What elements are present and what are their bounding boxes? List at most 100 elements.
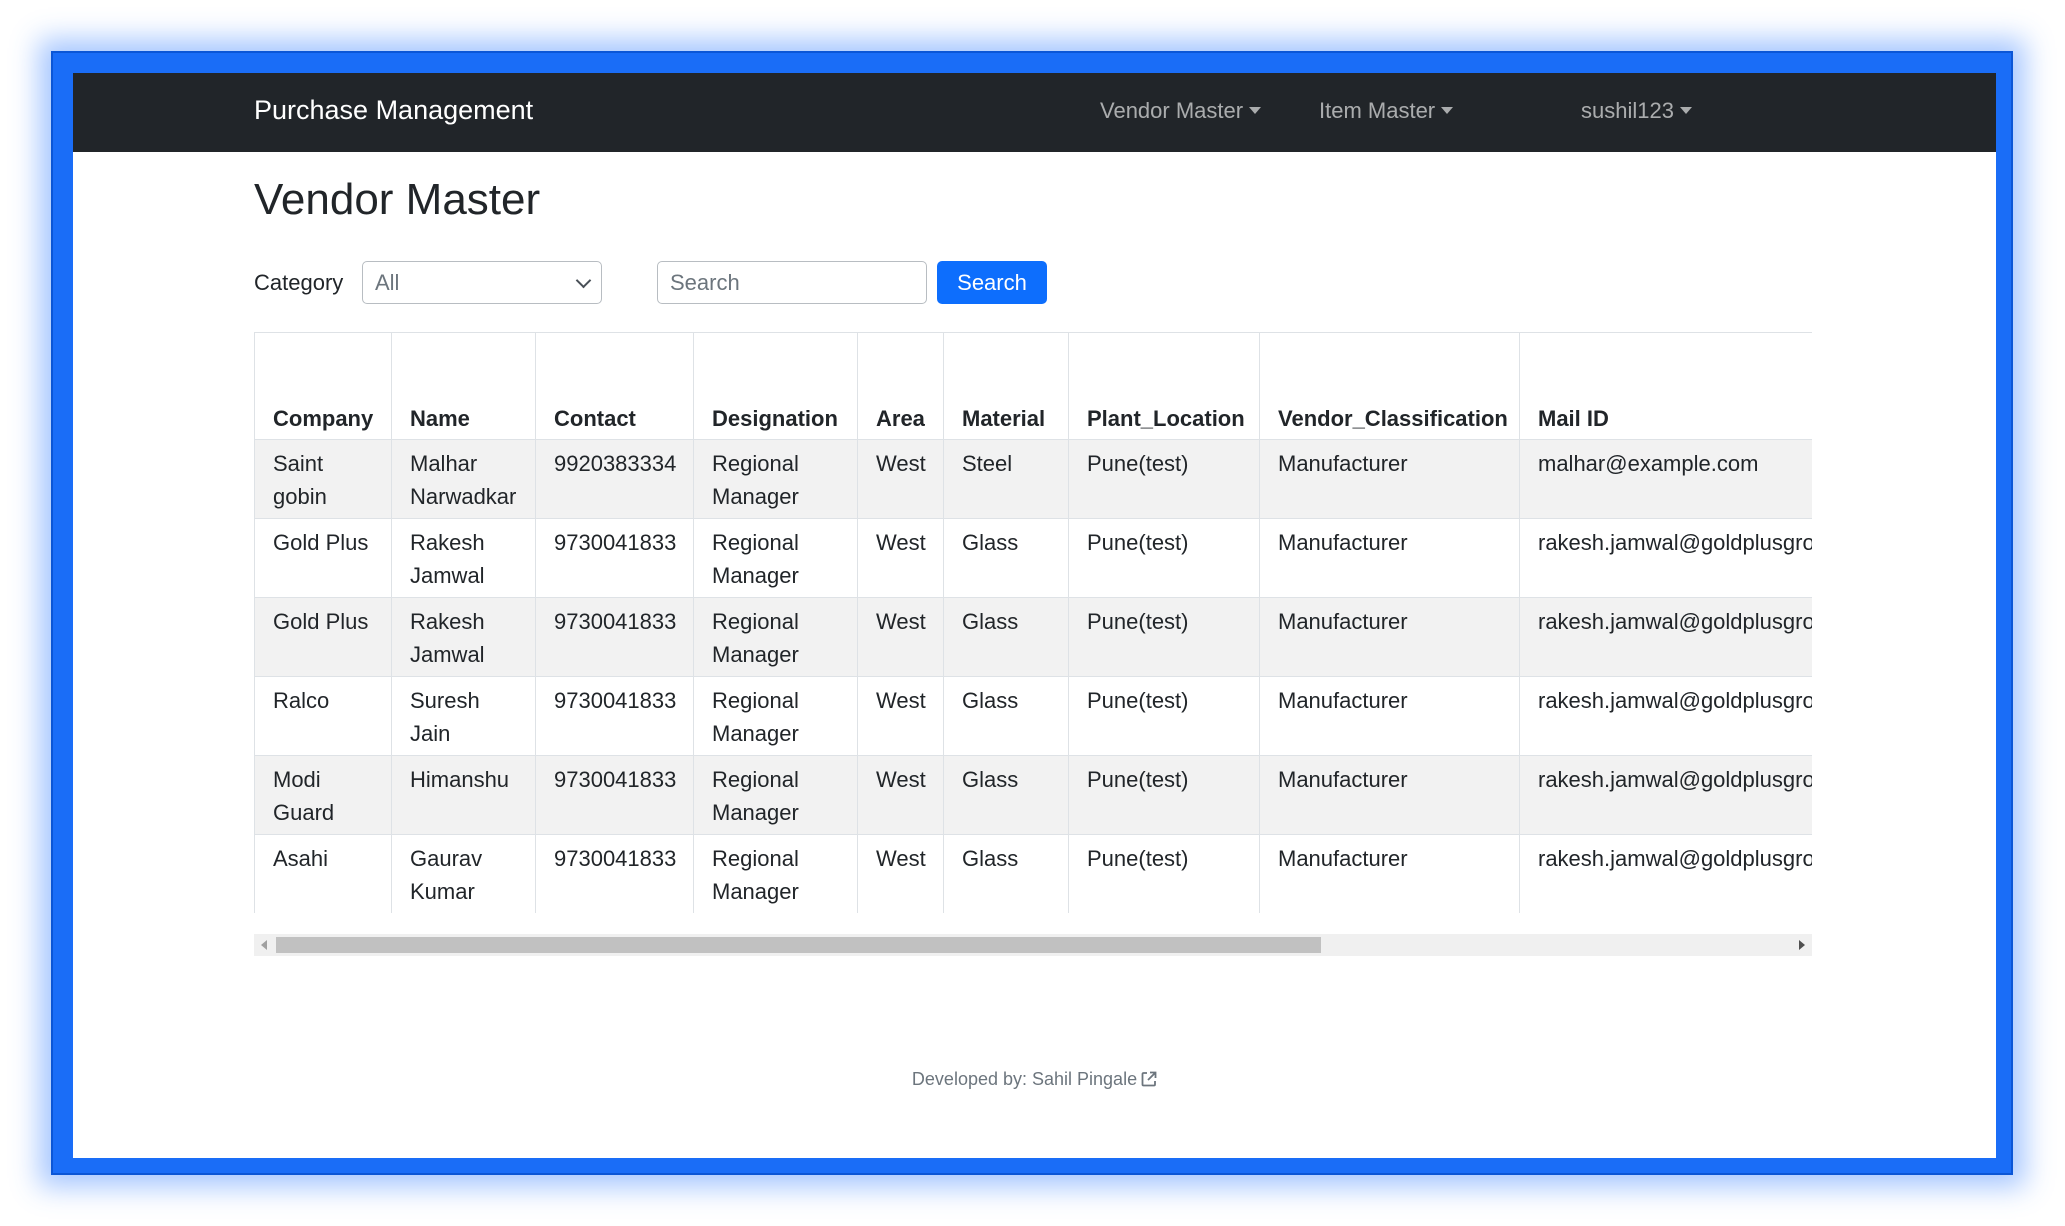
table-cell: West bbox=[857, 518, 944, 598]
table-row: Gold Plus Rakesh Jamwal 9730041833 Regional… bbox=[254, 518, 1812, 598]
table-body: Saint gobin Malhar Narwadkar 9920383334 Reg… bbox=[254, 439, 1812, 913]
table-cell: Malhar Narwadkar bbox=[391, 439, 536, 519]
table-cell: Suresh Jain bbox=[391, 676, 536, 756]
table-row: Gold Plus Rakesh Jamwal 9730041833 Regional… bbox=[254, 597, 1812, 677]
table-cell: Regional Manager bbox=[693, 597, 858, 677]
table-cell: Regional Manager bbox=[693, 518, 858, 598]
table-cell: 9730041833 bbox=[535, 834, 694, 913]
table-cell: Pune(test) bbox=[1068, 676, 1260, 756]
table-cell: Gold Plus bbox=[254, 597, 392, 677]
column-header: Company bbox=[254, 333, 392, 440]
author-link[interactable]: Sahil Pingale bbox=[1032, 1069, 1157, 1089]
table-cell: 9730041833 bbox=[535, 518, 694, 598]
table-cell: Pune(test) bbox=[1068, 834, 1260, 913]
table-cell: Pune(test) bbox=[1068, 518, 1260, 598]
category-label: Category bbox=[254, 270, 344, 295]
column-header: Area bbox=[857, 333, 944, 440]
navbar-brand[interactable]: Purchase Management bbox=[254, 95, 533, 126]
table-cell: Manufacturer bbox=[1259, 755, 1520, 835]
footer: Developed by: Sahil Pingale bbox=[73, 1069, 1996, 1090]
vendor-table: Company Name Contact Designation Area Materia… bbox=[254, 333, 1812, 913]
table-cell: Gold Plus bbox=[254, 518, 392, 598]
table-row: Ralco Suresh Jain 9730041833 Regional Manag… bbox=[254, 676, 1812, 756]
app-window: Purchase Management Vendor Master Item M… bbox=[73, 73, 1996, 1158]
table-cell: Asahi bbox=[254, 834, 392, 913]
table-cell: Steel bbox=[943, 439, 1069, 519]
category-selected-value: All bbox=[375, 270, 400, 295]
table-cell: West bbox=[857, 834, 944, 913]
table-cell: Saint gobin bbox=[254, 439, 392, 519]
table-cell: rakesh.jamwal@goldplusgroup.com bbox=[1519, 518, 1812, 598]
table-row: Asahi Gaurav Kumar 9730041833 Regional Mana… bbox=[254, 834, 1812, 913]
table-cell: rakesh.jamwal@goldplusgroup.com bbox=[1519, 755, 1812, 835]
table-cell: rakesh.jamwal@goldplusgroup.com bbox=[1519, 676, 1812, 756]
table-cell: malhar@example.com bbox=[1519, 439, 1812, 519]
header-row: Company Name Contact Designation Area Materia… bbox=[254, 333, 1812, 440]
column-header: Material bbox=[943, 333, 1069, 440]
table-cell: West bbox=[857, 597, 944, 677]
table-cell: Pune(test) bbox=[1068, 755, 1260, 835]
table-cell: 9730041833 bbox=[535, 597, 694, 677]
table-cell: Glass bbox=[943, 834, 1069, 913]
page-title: Vendor Master bbox=[254, 175, 541, 224]
vendor-master-label: Vendor Master bbox=[1100, 98, 1244, 123]
table-cell: 9920383334 bbox=[535, 439, 694, 519]
column-header: Contact bbox=[535, 333, 694, 440]
table-cell: Regional Manager bbox=[693, 439, 858, 519]
table-cell: Regional Manager bbox=[693, 755, 858, 835]
caret-down-icon bbox=[1249, 107, 1262, 114]
column-header: Mail ID bbox=[1519, 333, 1812, 440]
search-input[interactable] bbox=[657, 261, 927, 304]
table-row: Saint gobin Malhar Narwadkar 9920383334 Reg… bbox=[254, 439, 1812, 519]
scroll-right-arrow-icon[interactable] bbox=[1799, 940, 1805, 950]
navbar: Purchase Management Vendor Master Item M… bbox=[73, 73, 1996, 152]
column-header: Plant_Location bbox=[1068, 333, 1260, 440]
scrollbar-thumb[interactable] bbox=[276, 937, 1321, 953]
table-cell: Glass bbox=[943, 755, 1069, 835]
column-header: Designation bbox=[693, 333, 858, 440]
table-cell: Rakesh Jamwal bbox=[391, 518, 536, 598]
chevron-down-icon bbox=[575, 272, 592, 289]
vendor-table-container: Company Name Contact Designation Area Materia… bbox=[254, 332, 1812, 913]
table-cell: Glass bbox=[943, 597, 1069, 677]
table-cell: West bbox=[857, 676, 944, 756]
category-select[interactable]: All bbox=[362, 261, 602, 304]
table-cell: Glass bbox=[943, 676, 1069, 756]
item-master-label: Item Master bbox=[1319, 98, 1436, 123]
item-master-dropdown[interactable]: Item Master bbox=[1319, 98, 1454, 124]
table-cell: 9730041833 bbox=[535, 755, 694, 835]
horizontal-scrollbar[interactable] bbox=[254, 934, 1812, 956]
table-cell: rakesh.jamwal@goldplusgroup.com bbox=[1519, 597, 1812, 677]
table-cell: Manufacturer bbox=[1259, 834, 1520, 913]
table-row: Modi Guard Himanshu 9730041833 Regional Man… bbox=[254, 755, 1812, 835]
column-header: Name bbox=[391, 333, 536, 440]
scroll-left-arrow-icon[interactable] bbox=[261, 940, 267, 950]
table-cell: Gaurav Kumar bbox=[391, 834, 536, 913]
vendor-master-dropdown[interactable]: Vendor Master bbox=[1100, 98, 1262, 124]
table-cell: Modi Guard bbox=[254, 755, 392, 835]
table-cell: Regional Manager bbox=[693, 834, 858, 913]
table-header: Company Name Contact Designation Area Materia… bbox=[254, 333, 1812, 440]
caret-down-icon bbox=[1679, 107, 1692, 114]
table-cell: Pune(test) bbox=[1068, 597, 1260, 677]
table-cell: Glass bbox=[943, 518, 1069, 598]
table-cell: 9730041833 bbox=[535, 676, 694, 756]
table-cell: Pune(test) bbox=[1068, 439, 1260, 519]
user-menu-dropdown[interactable]: sushil123 bbox=[1581, 98, 1692, 124]
column-header: Vendor_Classification bbox=[1259, 333, 1520, 440]
table-cell: Regional Manager bbox=[693, 676, 858, 756]
table-cell: Manufacturer bbox=[1259, 439, 1520, 519]
table-cell: Himanshu bbox=[391, 755, 536, 835]
table-cell: Rakesh Jamwal bbox=[391, 597, 536, 677]
user-menu-label: sushil123 bbox=[1581, 98, 1674, 123]
table-cell: Manufacturer bbox=[1259, 518, 1520, 598]
author-name: Sahil Pingale bbox=[1032, 1069, 1138, 1089]
table-cell: West bbox=[857, 439, 944, 519]
caret-down-icon bbox=[1441, 107, 1454, 114]
table-cell: West bbox=[857, 755, 944, 835]
search-button[interactable]: Search bbox=[937, 261, 1047, 304]
table-cell: Manufacturer bbox=[1259, 676, 1520, 756]
footer-prefix: Developed by: bbox=[911, 1069, 1032, 1089]
table-cell: rakesh.jamwal@goldplusgroup.com bbox=[1519, 834, 1812, 913]
table-cell: Manufacturer bbox=[1259, 597, 1520, 677]
